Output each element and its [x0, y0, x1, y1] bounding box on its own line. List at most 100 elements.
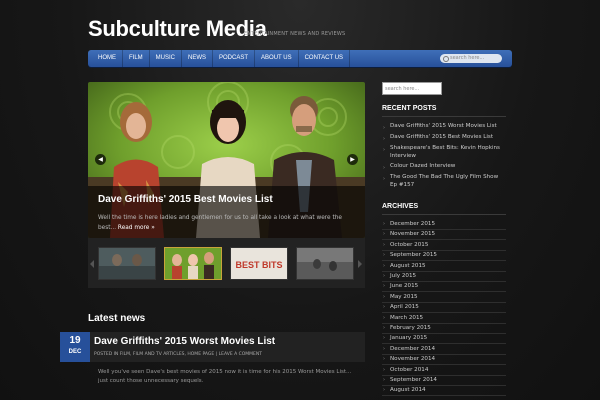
nav-items: HOME FILM MUSIC NEWS PODCAST ABOUT US CO… — [92, 50, 351, 67]
slider-thumbnails: BEST BITS — [88, 238, 365, 288]
archive-link[interactable]: › November 2015 — [382, 229, 506, 241]
recent-posts-title: RECENT POSTS — [382, 105, 437, 112]
main-nav: HOME FILM MUSIC NEWS PODCAST ABOUT US CO… — [88, 50, 512, 67]
recent-post-label: Colour Dazed Interview — [390, 163, 456, 169]
archive-link[interactable]: › September 2015 — [382, 250, 506, 262]
thumbnail-image — [297, 248, 353, 279]
bullet-icon: › — [383, 387, 385, 394]
search-icon — [443, 56, 449, 62]
bullet-icon: › — [383, 283, 385, 290]
latest-news-heading: Latest news — [88, 313, 146, 324]
archive-link[interactable]: › December 2014 — [382, 344, 506, 355]
slider-next-button[interactable]: ▶ — [347, 154, 358, 165]
recent-post-label: Dave Griffiths' 2015 Worst Movies List — [390, 123, 497, 129]
archive-link[interactable]: › March 2015 — [382, 313, 506, 324]
archive-link[interactable]: › October 2014 — [382, 365, 506, 376]
archive-label: October 2014 — [390, 366, 429, 373]
archive-link[interactable]: › June 2015 — [382, 281, 506, 293]
archive-label: August 2014 — [390, 387, 426, 394]
bullet-icon: › — [383, 147, 385, 153]
post-date-badge: 19 DEC — [60, 332, 90, 362]
nav-item-news[interactable]: NEWS — [182, 50, 214, 67]
archive-label: April 2015 — [390, 304, 419, 311]
post-date-month: DEC — [68, 349, 82, 355]
nav-item-about-us[interactable]: ABOUT US — [255, 50, 299, 67]
archive-link[interactable]: › February 2015 — [382, 323, 506, 334]
nav-item-contact-us[interactable]: CONTACT US — [299, 50, 351, 67]
archive-label: September 2015 — [390, 252, 437, 259]
read-more-link[interactable]: Read more » — [118, 225, 155, 231]
bullet-icon: › — [383, 377, 385, 383]
recent-post-link[interactable]: › The Good The Bad The Ugly Film Show Ep… — [382, 173, 506, 189]
bullet-icon: › — [383, 241, 385, 248]
archive-label: December 2015 — [390, 221, 436, 227]
bullet-icon: › — [383, 262, 385, 269]
recent-posts-divider — [382, 116, 506, 117]
recent-post-link[interactable]: › Colour Dazed Interview — [382, 162, 506, 171]
bullet-icon: › — [383, 335, 385, 342]
thumb-prev-icon[interactable] — [90, 260, 94, 268]
archive-link[interactable]: › August 2014 — [382, 385, 506, 397]
bullet-icon: › — [383, 165, 385, 171]
slider-prev-button[interactable]: ◀ — [95, 154, 106, 165]
archive-link[interactable]: › January 2015 — [382, 333, 506, 345]
archive-label: December 2014 — [390, 345, 436, 352]
post-meta[interactable]: POSTED IN FILM, FILM AND TV ARTICLES, HO… — [94, 352, 262, 357]
nav-item-music[interactable]: MUSIC — [150, 50, 183, 67]
post-title[interactable]: Dave Griffiths' 2015 Worst Movies List — [94, 336, 275, 347]
thumbnail-image: BEST BITS — [231, 248, 287, 279]
archive-link[interactable]: › May 2015 — [382, 292, 506, 303]
archive-link[interactable]: › October 2015 — [382, 240, 506, 251]
slider-thumbnail[interactable] — [296, 247, 354, 280]
archive-label: September 2014 — [390, 377, 437, 383]
archive-link[interactable]: › November 2014 — [382, 354, 506, 366]
bullet-icon: › — [383, 345, 385, 352]
nav-search-placeholder: search here... — [450, 55, 485, 61]
archive-label: November 2015 — [390, 231, 436, 238]
bullet-icon: › — [383, 252, 385, 259]
recent-post-label: Dave Griffiths' 2015 Best Movies List — [390, 134, 494, 140]
slider-thumbnail[interactable] — [98, 247, 156, 280]
archive-label: January 2015 — [390, 335, 428, 342]
thumbnail-image — [165, 248, 221, 279]
archive-link[interactable]: › July 2015 — [382, 271, 506, 282]
bullet-icon: › — [383, 176, 385, 182]
recent-post-link[interactable]: › Dave Griffiths' 2015 Best Movies List — [382, 133, 506, 142]
archive-link[interactable]: › December 2015 — [382, 219, 506, 230]
archive-link[interactable]: › September 2014 — [382, 375, 506, 386]
recent-post-link[interactable]: › Dave Griffiths' 2015 Worst Movies List — [382, 122, 506, 131]
archive-label: February 2015 — [390, 325, 431, 331]
archive-label: October 2015 — [390, 241, 429, 248]
nav-item-film[interactable]: FILM — [123, 50, 150, 67]
archive-link[interactable]: › August 2015 — [382, 261, 506, 272]
post-date-day: 19 — [69, 335, 81, 346]
sidebar-search-input[interactable]: search here... — [382, 82, 442, 95]
archive-label: August 2015 — [390, 262, 426, 269]
site-title[interactable]: Subculture Media — [88, 16, 267, 42]
nav-item-podcast[interactable]: PODCAST — [213, 50, 256, 67]
featured-slider[interactable]: ◀ ▶ Dave Griffiths' 2015 Best Movies Lis… — [88, 82, 365, 238]
slide-title[interactable]: Dave Griffiths' 2015 Best Movies List — [98, 194, 273, 205]
nav-item-home[interactable]: HOME — [92, 50, 123, 67]
nav-search-input[interactable]: search here... — [440, 54, 502, 63]
bullet-icon: › — [383, 136, 385, 142]
bullet-icon: › — [383, 314, 385, 321]
archive-label: June 2015 — [390, 283, 419, 290]
archive-link[interactable]: › April 2015 — [382, 302, 506, 314]
bullet-icon: › — [383, 304, 385, 311]
thumb-next-icon[interactable] — [358, 260, 362, 268]
bullet-icon: › — [383, 325, 385, 331]
thumbnail-image — [99, 248, 155, 279]
slider-thumbnail[interactable] — [164, 247, 222, 280]
post-excerpt: Well you've seen Dave's best movies of 2… — [98, 369, 352, 384]
bullet-icon: › — [383, 273, 385, 279]
archives-divider — [382, 214, 506, 215]
recent-post-label: The Good The Bad The Ugly Film Show Ep #… — [390, 174, 499, 188]
recent-post-link[interactable]: › Shakespeare's Best Bits: Kevin Hopkins… — [382, 144, 506, 160]
bullet-icon: › — [383, 221, 385, 227]
post-header: 19 DEC Dave Griffiths' 2015 Worst Movies… — [60, 332, 365, 362]
bullet-icon: › — [383, 356, 385, 363]
site-tagline: ENTERTAINMENT NEWS AND REVIEWS — [244, 31, 346, 37]
slider-thumbnail[interactable]: BEST BITS — [230, 247, 288, 280]
recent-post-label: Shakespeare's Best Bits: Kevin Hopkins I… — [390, 145, 500, 159]
